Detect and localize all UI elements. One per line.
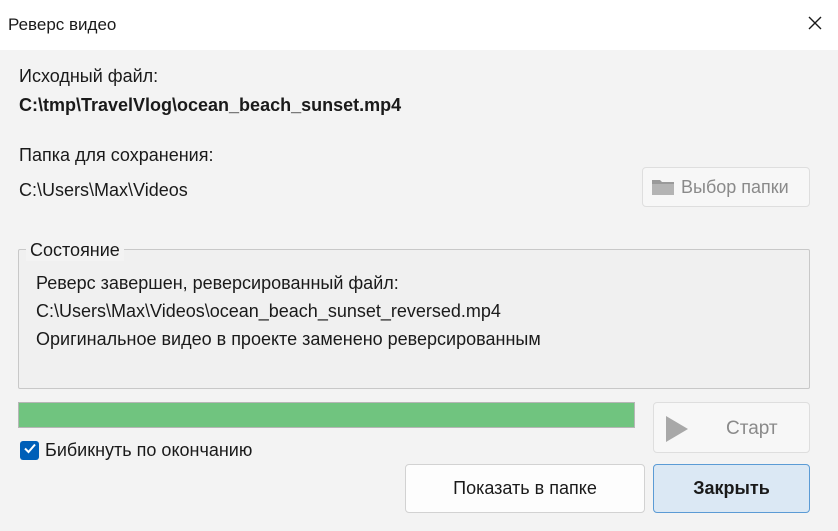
source-file-label: Исходный файл:: [19, 66, 159, 86]
close-icon: [807, 15, 823, 36]
choose-folder-button[interactable]: Выбор папки: [642, 167, 810, 207]
status-line: Оригинальное видео в проекте заменено ре…: [36, 329, 541, 349]
window-title: Реверс видео: [8, 15, 117, 34]
choose-folder-label: Выбор папки: [681, 176, 789, 197]
start-button-label: Старт: [726, 418, 778, 439]
status-legend: Состояние: [26, 240, 124, 261]
close-window-button[interactable]: [792, 0, 838, 50]
start-button[interactable]: Старт: [653, 402, 810, 453]
output-folder-path: C:\Users\Max\Videos: [19, 180, 188, 200]
output-folder-label: Папка для сохранения:: [19, 145, 214, 165]
status-line: C:\Users\Max\Videos\ocean_beach_sunset_r…: [36, 301, 501, 321]
play-icon: [664, 415, 690, 449]
folder-icon: [651, 177, 675, 197]
show-in-folder-button[interactable]: Показать в папке: [405, 464, 645, 513]
progress-fill: [19, 403, 634, 427]
beep-checkbox-label: Бибикнуть по окончанию: [45, 440, 253, 460]
beep-checkbox-row[interactable]: Бибикнуть по окончанию: [20, 440, 252, 461]
progress-bar: [18, 402, 635, 428]
beep-checkbox[interactable]: [20, 441, 39, 460]
close-button[interactable]: Закрыть: [653, 464, 810, 513]
title-bar: Реверс видео: [0, 0, 838, 50]
status-line: Реверс завершен, реверсированный файл:: [36, 273, 399, 293]
checkmark-icon: [23, 441, 37, 460]
reverse-video-dialog: Реверс видео Исходный файл: C:\tmp\Trave…: [0, 0, 838, 531]
source-file-path: C:\tmp\TravelVlog\ocean_beach_sunset.mp4: [19, 95, 402, 115]
